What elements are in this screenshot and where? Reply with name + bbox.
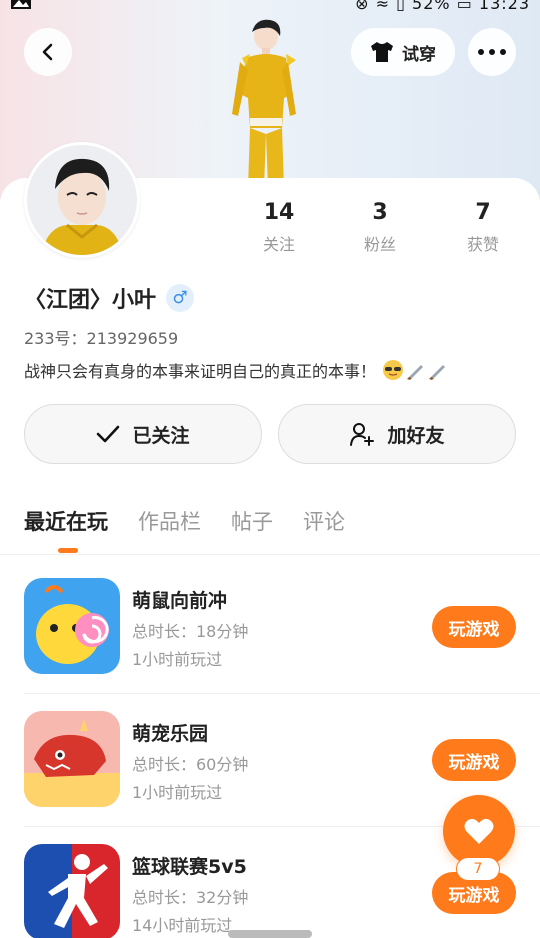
status-bar: ⊗ ≈ ▯ 52% ▭ 13:23 <box>0 0 540 14</box>
profile-avatar[interactable] <box>24 142 140 258</box>
sunglasses-emoji-icon <box>383 360 404 380</box>
try-on-button[interactable]: 试穿 <box>351 28 455 76</box>
more-dots-icon <box>478 49 506 55</box>
stat-following[interactable]: 14 关注 <box>234 200 324 255</box>
game-duration: 总时长：18分钟 <box>132 622 249 641</box>
stat-followers-label: 粉丝 <box>363 235 396 254</box>
bio-emoji <box>382 359 448 381</box>
pet-game-art <box>24 711 120 807</box>
game-last-played: 1小时前玩过 <box>132 650 223 669</box>
add-friend-button[interactable]: 加好友 <box>278 404 516 464</box>
user-id: 233号：213929659 <box>24 329 179 348</box>
avatar-portrait <box>27 145 137 255</box>
user-name: 〈江团〉小叶 <box>24 288 157 313</box>
followed-button[interactable]: 已关注 <box>24 404 262 464</box>
battery-level: 52% <box>412 0 451 13</box>
more-options-button[interactable] <box>468 28 516 76</box>
knife-emoji-icon-2 <box>429 365 446 380</box>
user-bio: 战神只会有真身的本事来证明自己的真正的本事！ <box>24 358 448 382</box>
stat-likes-value: 7 <box>475 200 491 225</box>
game-title: 萌鼠向前冲 <box>132 590 228 612</box>
game-icon-mouse <box>24 578 120 674</box>
game-duration: 总时长：60分钟 <box>132 755 249 774</box>
game-row[interactable]: 萌鼠向前冲 总时长：18分钟 1小时前玩过 玩游戏 <box>0 560 540 693</box>
back-button[interactable] <box>24 28 72 76</box>
tab-works[interactable]: 作品栏 <box>138 506 201 536</box>
tab-recently-played[interactable]: 最近在玩 <box>24 506 108 536</box>
game-icon-pet <box>24 711 120 807</box>
stat-followers[interactable]: 3 粉丝 <box>335 200 425 255</box>
battery-icon: ▭ <box>456 0 479 13</box>
status-right: ⊗ ≈ ▯ 52% ▭ 13:23 <box>355 0 530 13</box>
signal-icon: ⊗ ≈ ▯ <box>355 0 413 13</box>
game-icon-basketball <box>24 844 120 938</box>
stat-followers-value: 3 <box>372 200 388 225</box>
active-tab-indicator <box>58 548 78 553</box>
stat-likes-label: 获赞 <box>466 235 499 254</box>
game-last-played: 14小时前玩过 <box>132 916 233 935</box>
home-indicator[interactable] <box>228 930 312 938</box>
knife-emoji-icon <box>407 365 424 380</box>
basketball-game-art <box>24 844 120 938</box>
play-game-button[interactable]: 玩游戏 <box>432 739 516 781</box>
stat-following-value: 14 <box>263 200 295 225</box>
stat-following-label: 关注 <box>262 235 295 254</box>
tab-posts[interactable]: 帖子 <box>231 506 273 536</box>
followed-label: 已关注 <box>132 424 190 447</box>
game-title: 篮球联赛5v5 <box>132 856 247 878</box>
mouse-game-art <box>24 578 120 674</box>
add-person-icon <box>350 423 375 446</box>
tabs-divider <box>0 554 540 555</box>
tab-comments[interactable]: 评论 <box>303 506 345 536</box>
male-gender-icon: ♂ <box>166 284 195 312</box>
name-row: 〈江团〉小叶 ♂ <box>24 282 195 314</box>
try-on-label: 试穿 <box>402 44 436 65</box>
game-title: 萌宠乐园 <box>132 723 209 745</box>
tshirt-icon <box>371 42 393 62</box>
chevron-left-icon <box>42 43 53 61</box>
checkmark-icon <box>97 425 120 443</box>
image-notification-icon <box>11 0 31 9</box>
game-duration: 总时长：32分钟 <box>132 888 249 907</box>
clock: 13:23 <box>478 0 530 13</box>
heart-icon <box>464 818 494 844</box>
profile-tabs: 最近在玩 作品栏 帖子 评论 <box>24 506 345 536</box>
bio-text: 战神只会有真身的本事来证明自己的真正的本事！ <box>24 362 377 381</box>
like-count-badge: 7 <box>456 857 500 881</box>
add-friend-label: 加好友 <box>387 424 445 447</box>
avatar-character-figure <box>232 19 296 188</box>
stat-likes[interactable]: 7 获赞 <box>438 200 528 255</box>
play-game-button[interactable]: 玩游戏 <box>432 606 516 648</box>
game-last-played: 1小时前玩过 <box>132 783 223 802</box>
